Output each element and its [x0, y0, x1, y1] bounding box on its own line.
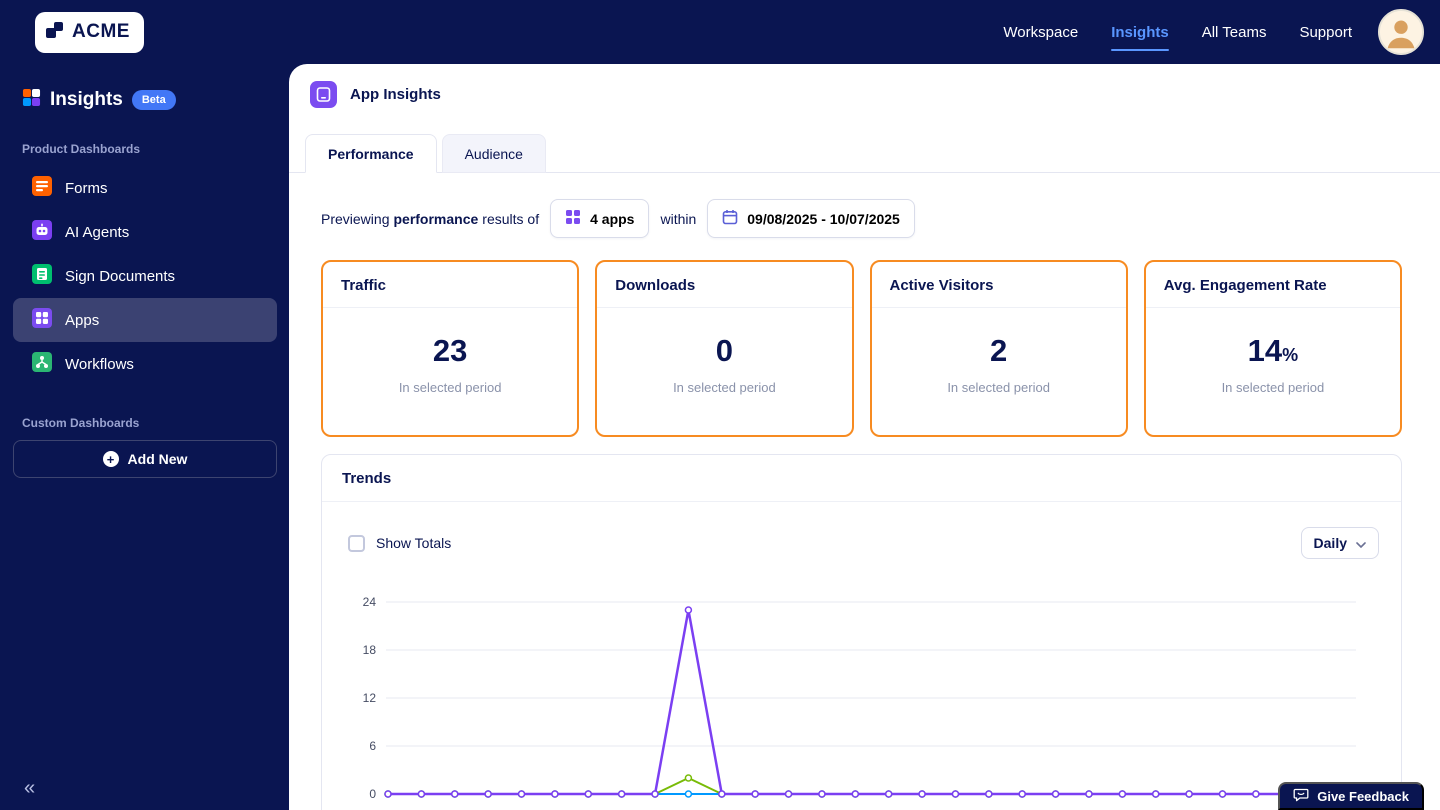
apps-grid-small-icon: [565, 209, 581, 228]
forms-icon: [32, 176, 52, 200]
person-icon: [1380, 11, 1422, 53]
stat-card-engagement-rate: Avg. Engagement Rate 14% In selected per…: [1143, 260, 1402, 437]
tab-performance[interactable]: Performance: [305, 134, 437, 173]
chevron-down-icon: [1356, 535, 1366, 551]
stats-row: Traffic 23 In selected period Downloads …: [289, 238, 1440, 437]
within-label: within: [660, 210, 697, 227]
stat-caption: In selected period: [673, 380, 776, 395]
avatar[interactable]: [1378, 9, 1424, 55]
tabs-bar: Performance Audience: [289, 134, 1440, 173]
sidebar-item-apps[interactable]: Apps: [13, 298, 277, 342]
sidebar-item-forms[interactable]: Forms: [13, 166, 277, 210]
sidebar-item-label: Workflows: [65, 355, 134, 373]
nav-all-teams[interactable]: All Teams: [1202, 24, 1267, 41]
feedback-bubble-icon: [1293, 788, 1309, 805]
svg-text:24: 24: [363, 595, 377, 609]
trends-chart-area: 0 6 12 18 24: [348, 593, 1401, 810]
svg-text:6: 6: [369, 739, 376, 753]
stat-caption: In selected period: [1221, 380, 1325, 395]
sidebar-item-sign-documents[interactable]: Sign Documents: [13, 254, 277, 298]
stat-title: Active Visitors: [871, 262, 1126, 308]
page-title: App Insights: [350, 86, 441, 103]
top-nav: Workspace Insights All Teams Support: [1003, 24, 1352, 51]
robot-icon: [32, 220, 52, 244]
svg-text:0: 0: [369, 787, 376, 801]
apps-selector-button[interactable]: 4 apps: [550, 199, 650, 238]
stat-value: 0: [715, 333, 733, 368]
acme-logo-icon: [45, 20, 65, 45]
sidebar-item-label: Apps: [65, 311, 100, 329]
apps-grid-icon: [32, 308, 52, 332]
stat-card-active-visitors: Active Visitors 2 In selected period: [869, 260, 1128, 437]
add-new-label: Add New: [127, 451, 188, 467]
stat-value: 2: [990, 333, 1008, 368]
app-insights-icon: [310, 81, 337, 108]
show-totals-label: Show Totals: [376, 535, 452, 551]
main-content: App Insights Performance Audience Previe…: [289, 64, 1440, 810]
stat-card-downloads: Downloads 0 In selected period: [595, 260, 854, 437]
trends-chart: 0 6 12 18 24: [363, 595, 1360, 801]
stat-caption: In selected period: [398, 380, 502, 395]
acme-logo-text: ACME: [72, 21, 130, 42]
acme-logo[interactable]: ACME: [35, 11, 144, 53]
sidebar-item-label: Forms: [65, 179, 108, 197]
add-new-button[interactable]: + Add New: [13, 440, 277, 478]
workflow-icon: [32, 352, 52, 376]
interval-value: Daily: [1313, 535, 1347, 551]
stat-value: 14%: [1247, 333, 1299, 368]
sidebar-item-label: Sign Documents: [65, 267, 176, 285]
sign-document-icon: [32, 264, 52, 288]
sidebar: Insights Beta Product Dashboards Forms A…: [0, 64, 289, 810]
trends-controls: Show Totals Daily: [322, 502, 1401, 559]
sidebar-item-ai-agents[interactable]: AI Agents: [13, 210, 277, 254]
date-range-label: 09/08/2025 - 10/07/2025: [747, 210, 900, 227]
stat-card-traffic: Traffic 23 In selected period: [321, 260, 580, 437]
tab-audience[interactable]: Audience: [441, 134, 546, 173]
sidebar-menu: Forms AI Agents Sign Documents Apps Work…: [13, 166, 277, 386]
svg-text:18: 18: [363, 643, 377, 657]
trends-title: Trends: [322, 455, 1401, 502]
topbar: ACME Workspace Insights All Teams Suppor…: [0, 0, 1440, 64]
show-totals-checkbox[interactable]: [348, 534, 365, 552]
stat-value: 23: [432, 333, 468, 368]
filter-row: Previewing performance results of 4 apps…: [289, 173, 1440, 238]
filter-description: Previewing performance results of: [321, 210, 540, 227]
calendar-icon: [722, 209, 738, 228]
app-header: App Insights: [289, 64, 1440, 108]
nav-support[interactable]: Support: [1299, 24, 1352, 41]
stat-title: Avg. Engagement Rate: [1145, 262, 1400, 308]
section-product-dashboards: Product Dashboards: [22, 142, 141, 156]
sidebar-title: Insights: [50, 89, 123, 110]
give-feedback-button[interactable]: Give Feedback: [1278, 782, 1424, 810]
collapse-sidebar-icon[interactable]: «: [24, 777, 35, 800]
sidebar-item-workflows[interactable]: Workflows: [13, 342, 277, 386]
stat-title: Traffic: [323, 262, 578, 308]
insights-logo-icon: [22, 88, 41, 112]
nav-workspace[interactable]: Workspace: [1003, 24, 1078, 41]
trends-card: Trends Show Totals Daily 0 6 12 18 24: [321, 454, 1402, 810]
section-custom-dashboards: Custom Dashboards: [22, 416, 140, 430]
nav-insights[interactable]: Insights: [1111, 24, 1169, 51]
feedback-label: Give Feedback: [1317, 788, 1409, 804]
sidebar-header: Insights Beta: [13, 88, 277, 112]
stat-caption: In selected period: [947, 380, 1050, 395]
sidebar-item-label: AI Agents: [65, 223, 130, 241]
beta-badge: Beta: [131, 90, 176, 110]
interval-select[interactable]: Daily: [1300, 527, 1379, 559]
apps-selector-label: 4 apps: [590, 210, 635, 227]
plus-icon: +: [102, 451, 119, 467]
show-totals-control: Show Totals: [348, 534, 452, 552]
date-range-button[interactable]: 09/08/2025 - 10/07/2025: [707, 199, 915, 238]
svg-text:12: 12: [363, 691, 377, 705]
stat-title: Downloads: [597, 262, 852, 308]
